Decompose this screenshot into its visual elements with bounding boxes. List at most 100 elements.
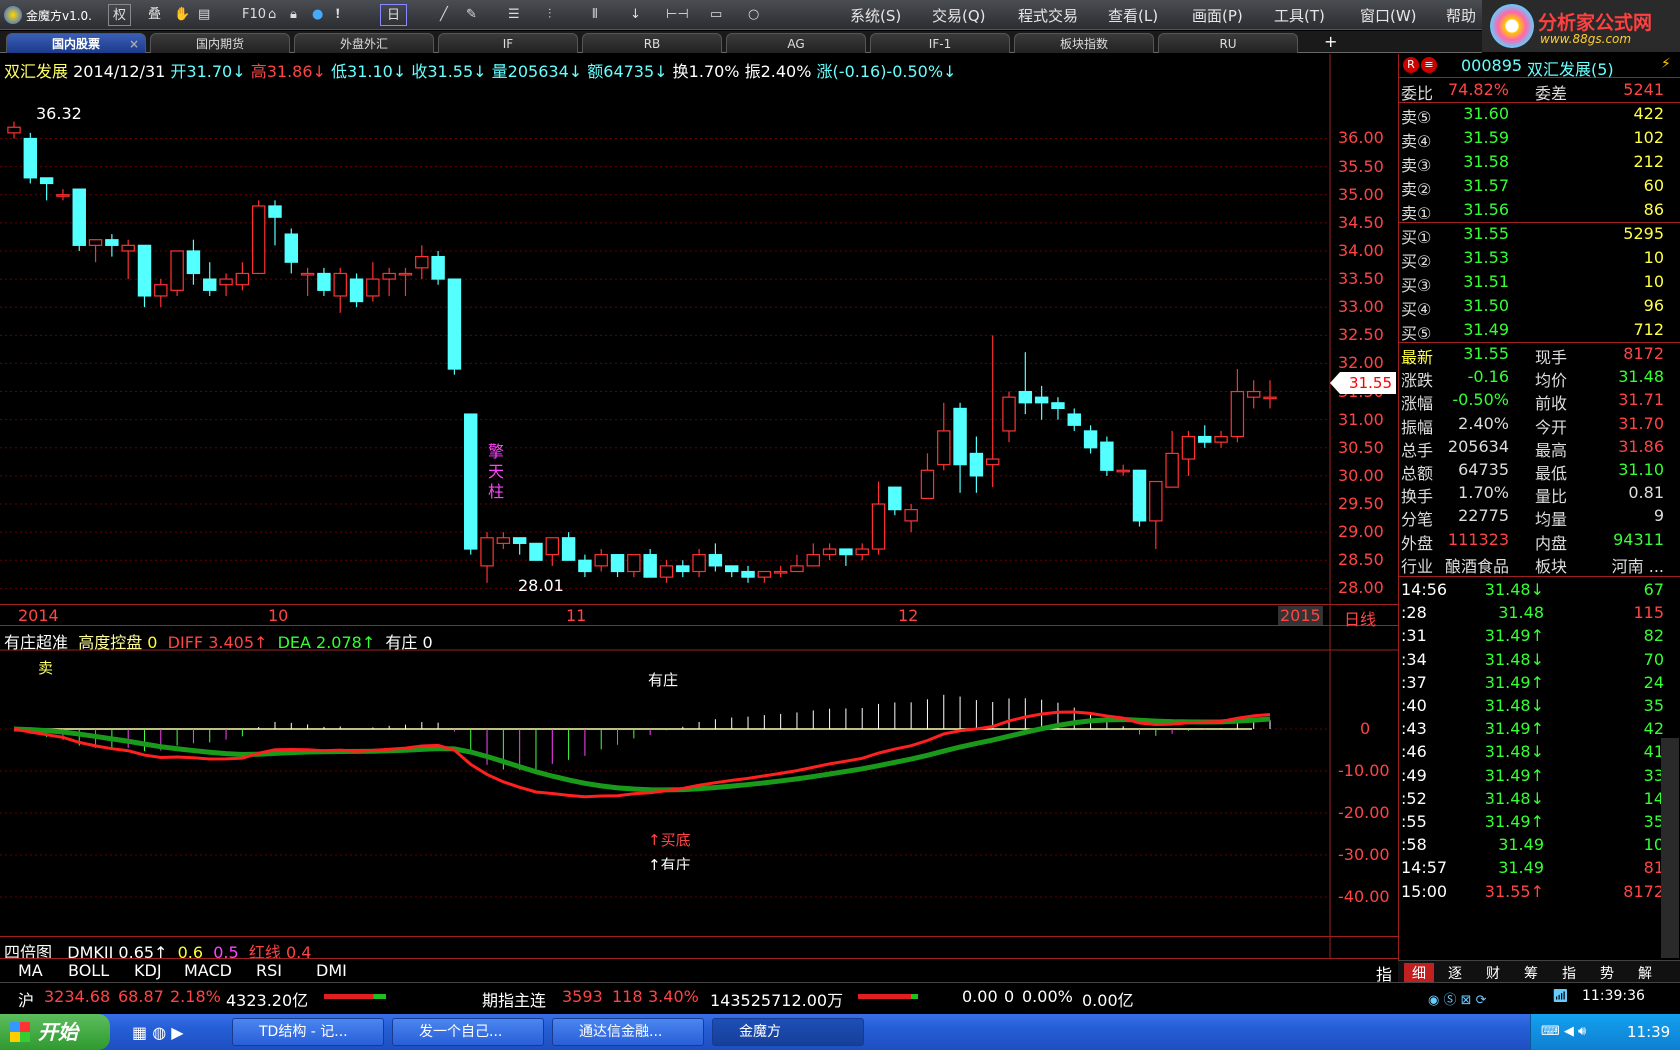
kline-chart[interactable] bbox=[0, 54, 1398, 960]
arrow-down-icon[interactable]: ↓ bbox=[630, 4, 641, 26]
stat-row[interactable]: 涨幅 -0.50% 前收 31.71 bbox=[1399, 388, 1664, 413]
tick-row[interactable]: :34 31.48↓ 70 bbox=[1399, 648, 1664, 671]
tab-dmi[interactable]: DMI bbox=[316, 961, 347, 980]
tab-detail[interactable]: 细 bbox=[1404, 963, 1434, 983]
start-button[interactable]: 开始 bbox=[0, 1014, 110, 1050]
tab-finance[interactable]: 财 bbox=[1478, 963, 1508, 983]
alert-icon[interactable]: ❗︎ bbox=[336, 4, 340, 26]
tick-row[interactable]: :31 31.49↑ 82 bbox=[1399, 624, 1664, 647]
buy-level-row[interactable]: 买② 31.53 10 bbox=[1399, 246, 1664, 271]
menu-view[interactable]: 查看(L) bbox=[1108, 5, 1158, 26]
lock-icon[interactable]: 🔒︎ bbox=[290, 4, 297, 26]
tray-icons[interactable]: ⌨ ◀ 🔊︎ bbox=[1541, 1024, 1586, 1039]
tab-index[interactable]: 指 bbox=[1554, 963, 1584, 983]
stat-row[interactable]: 最新 31.55 现手 8172 bbox=[1399, 342, 1664, 367]
home-icon[interactable]: ⌂ bbox=[268, 4, 276, 26]
tab-rb[interactable]: RB bbox=[582, 33, 722, 53]
buy-level-row[interactable]: 买⑤ 31.49 712 bbox=[1399, 318, 1664, 343]
tab-ru[interactable]: RU bbox=[1158, 33, 1298, 53]
stat-row[interactable]: 分笔 22775 均量 9 bbox=[1399, 504, 1664, 529]
tick-row[interactable]: :46 31.48↓ 41 bbox=[1399, 740, 1664, 763]
tick-row[interactable]: :43 31.49↑ 42 bbox=[1399, 717, 1664, 740]
task-tdx[interactable]: 通达信金融... bbox=[552, 1018, 704, 1046]
sell-level-row[interactable]: 卖④ 31.59 102 bbox=[1399, 126, 1664, 151]
fib-icon[interactable]: ☰ bbox=[508, 4, 520, 26]
task-post[interactable]: 发一个自己... bbox=[392, 1018, 544, 1046]
menu-trade[interactable]: 交易(Q) bbox=[932, 5, 986, 26]
sell-level-row[interactable]: 卖② 31.57 60 bbox=[1399, 174, 1664, 199]
tab-rsi[interactable]: RSI bbox=[256, 961, 282, 980]
pen-icon[interactable]: ✎ bbox=[466, 4, 477, 26]
channel-icon[interactable]: ⫶ bbox=[548, 4, 551, 26]
tab-forex[interactable]: 外盘外汇 bbox=[294, 33, 434, 53]
draw-line-icon[interactable]: ╱ bbox=[440, 4, 448, 26]
close-icon[interactable]: × bbox=[129, 34, 139, 54]
tab-domestic-stocks[interactable]: 国内股票 × bbox=[6, 33, 146, 53]
menu-tools[interactable]: 工具(T) bbox=[1274, 5, 1325, 26]
stat-row[interactable]: 振幅 2.40% 今开 31.70 bbox=[1399, 412, 1664, 437]
f10-button[interactable]: F10 bbox=[242, 4, 266, 26]
tick-scrollbar[interactable] bbox=[1661, 738, 1679, 958]
stat-row[interactable]: 换手 1.70% 量比 0.81 bbox=[1399, 481, 1664, 506]
tab-kdj[interactable]: KDJ bbox=[134, 961, 162, 980]
stat-row[interactable]: 总手 205634 最高 31.86 bbox=[1399, 435, 1664, 460]
buy-level-row[interactable]: 买① 31.55 5295 bbox=[1399, 222, 1664, 247]
menu-program-trade[interactable]: 程式交易 bbox=[1018, 5, 1078, 26]
layout-icon[interactable]: ▤ bbox=[198, 4, 210, 26]
menu-icon[interactable]: ≡ bbox=[1421, 57, 1437, 73]
add-tab-button[interactable]: + bbox=[1324, 32, 1337, 51]
tick-row[interactable]: :49 31.49↑ 33 bbox=[1399, 764, 1664, 787]
menu-system[interactable]: 系统(S) bbox=[850, 5, 901, 26]
stat-row[interactable]: 总额 64735 最低 31.10 bbox=[1399, 458, 1664, 483]
tab-ag[interactable]: AG bbox=[726, 33, 866, 53]
tick-row[interactable]: :52 31.48↓ 14 bbox=[1399, 787, 1664, 810]
tick-row[interactable]: :28 31.48 115 bbox=[1399, 601, 1664, 624]
tab-if[interactable]: IF bbox=[438, 33, 578, 53]
menu-screen[interactable]: 画面(P) bbox=[1192, 5, 1243, 26]
right-adjust-dropdown[interactable]: 权 bbox=[108, 4, 132, 26]
tick-row[interactable]: 15:00 31.55↑ 8172 bbox=[1399, 880, 1664, 903]
tick-row[interactable]: 14:56 31.48↓ 67 bbox=[1399, 578, 1664, 601]
lightning-icon[interactable]: ⚡ bbox=[1661, 56, 1671, 72]
sell-level-row[interactable]: 卖③ 31.58 212 bbox=[1399, 150, 1664, 175]
network-icon[interactable]: ◉ Ⓢ ⊠ ⟳ bbox=[1428, 989, 1487, 1008]
stat-row[interactable]: 行业 酿酒食品 板块 河南 ... bbox=[1399, 551, 1664, 576]
menu-window[interactable]: 窗口(W) bbox=[1360, 5, 1417, 26]
play-icon[interactable]: ● bbox=[312, 4, 323, 26]
tick-row[interactable]: :37 31.49↑ 24 bbox=[1399, 671, 1664, 694]
tab-chips[interactable]: 筹 bbox=[1516, 963, 1546, 983]
task-td[interactable]: TD结构 - 记... bbox=[232, 1018, 384, 1046]
range-icon[interactable]: ⊢⊣ bbox=[666, 4, 689, 26]
task-jinmofang[interactable]: 金魔方 bbox=[712, 1018, 864, 1046]
period-dropdown[interactable]: 日 bbox=[380, 4, 408, 26]
sell-level-row[interactable]: 卖① 31.56 86 bbox=[1399, 198, 1664, 223]
tick-row[interactable]: :55 31.49↑ 35 bbox=[1399, 810, 1664, 833]
tab-explain[interactable]: 解 bbox=[1630, 963, 1660, 983]
tab-boll[interactable]: BOLL bbox=[68, 961, 109, 980]
tick-row[interactable]: :58 31.49 10 bbox=[1399, 833, 1664, 856]
sell-level-row[interactable]: 卖⑤ 31.60 422 bbox=[1399, 102, 1664, 127]
tab-ma[interactable]: MA bbox=[18, 961, 43, 980]
bars-icon[interactable]: ⦀ bbox=[592, 4, 598, 26]
tab-domestic-futures[interactable]: 国内期货 bbox=[150, 33, 290, 53]
quicklaunch-icons[interactable]: ▦ ◍ ▶ bbox=[132, 1023, 184, 1042]
tick-row[interactable]: :40 31.48↓ 35 bbox=[1399, 694, 1664, 717]
r-icon[interactable]: R bbox=[1403, 57, 1419, 73]
rect-icon[interactable]: ▭ bbox=[710, 4, 722, 26]
tab-macd[interactable]: MACD bbox=[184, 961, 232, 980]
buy-level-row[interactable]: 买③ 31.51 10 bbox=[1399, 270, 1664, 295]
circle-icon[interactable]: ○ bbox=[748, 4, 759, 26]
buy-level-row[interactable]: 买④ 31.50 96 bbox=[1399, 294, 1664, 319]
tab-if-1[interactable]: IF-1 bbox=[870, 33, 1010, 53]
tab-sector-index[interactable]: 板块指数 bbox=[1014, 33, 1154, 53]
tab-trend[interactable]: 势 bbox=[1592, 963, 1622, 983]
period-label[interactable]: 日线 bbox=[1344, 606, 1376, 630]
stat-row[interactable]: 涨跌 -0.16 均价 31.48 bbox=[1399, 365, 1664, 390]
weibi-row[interactable]: 委比 74.82% 委差 5241 bbox=[1399, 78, 1664, 103]
hand-icon[interactable]: ✋ bbox=[174, 4, 190, 26]
menu-help[interactable]: 帮助 bbox=[1446, 5, 1476, 26]
tick-row[interactable]: 14:57 31.49 81 bbox=[1399, 856, 1664, 879]
tab-tick[interactable]: 逐 bbox=[1440, 963, 1470, 983]
stat-row[interactable]: 外盘 111323 内盘 94311 bbox=[1399, 528, 1664, 553]
overlay-button[interactable]: 叠 bbox=[148, 4, 161, 26]
